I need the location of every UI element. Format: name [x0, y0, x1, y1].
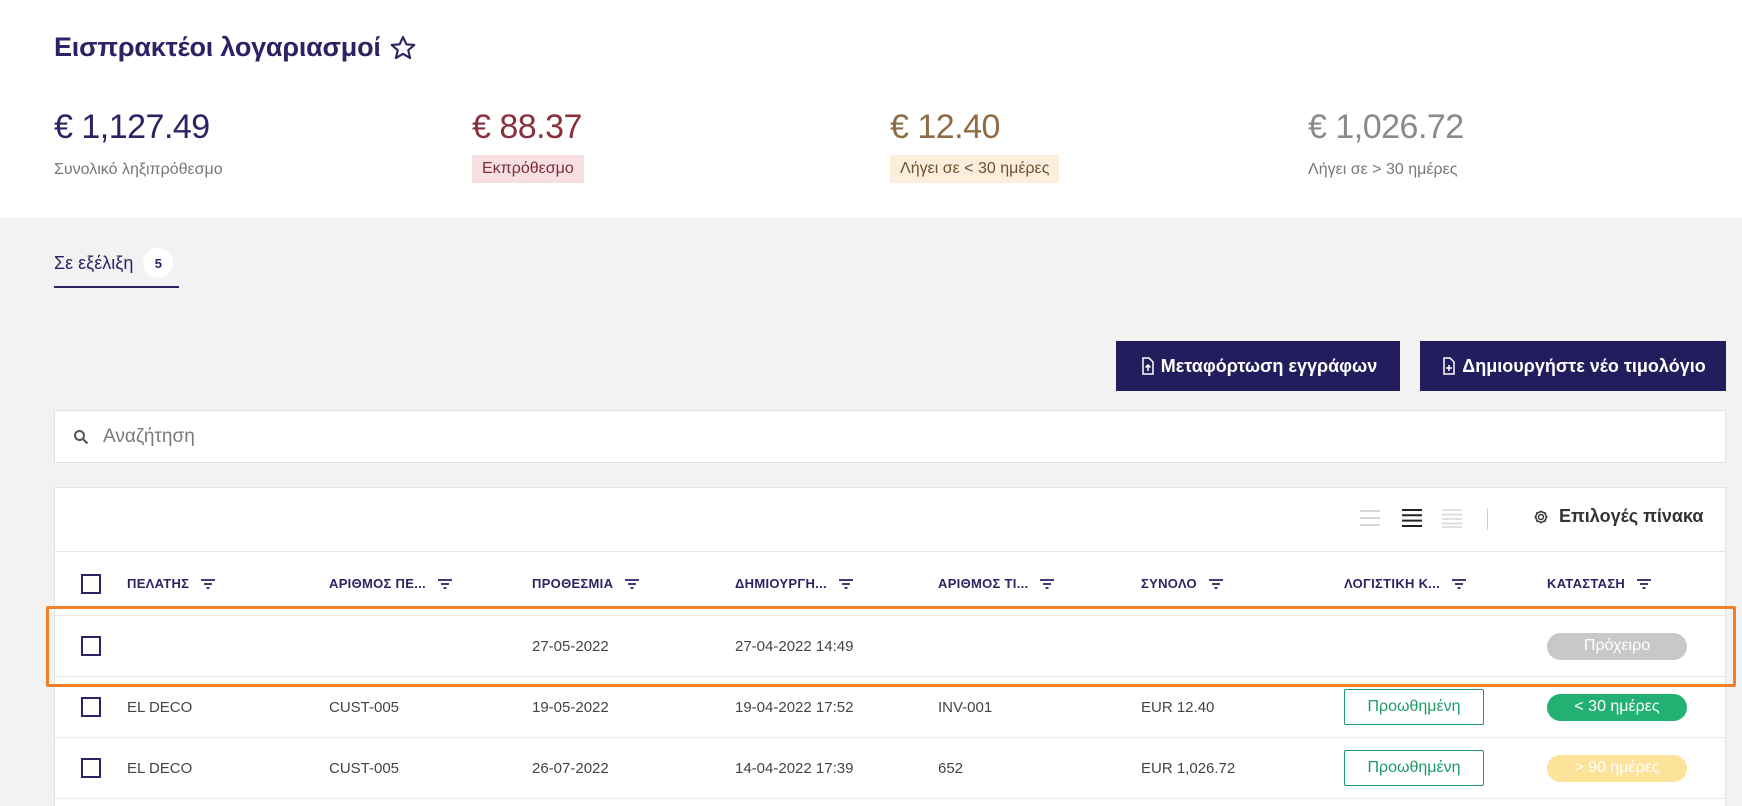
column-header-due-date[interactable]: ΠΡΟΘΕΣΜΙΑ	[532, 552, 640, 615]
star-outline-icon[interactable]	[389, 34, 417, 62]
upload-documents-button[interactable]: Μεταφόρτωση εγγράφων	[1116, 341, 1400, 391]
filter-icon[interactable]	[1452, 578, 1467, 589]
cell-customer-number: CUST-005	[329, 759, 400, 777]
column-header-customer[interactable]: ΠΕΛΑΤΗΣ	[127, 552, 216, 615]
kpi-amount: € 1,127.49	[54, 108, 210, 146]
table-row[interactable]: 27-05-2022 27-04-2022 14:49 Πρόχειρο	[55, 616, 1725, 677]
gear-icon	[1534, 510, 1548, 523]
kpi-label: Συνολικό ληξιπρόθεσμο	[54, 161, 223, 178]
column-header-accounting[interactable]: ΛΟΓΙΣΤΙΚΗ Κ...	[1344, 552, 1467, 615]
cell-total: EUR 12.40	[1141, 698, 1215, 716]
upload-file-icon	[1141, 357, 1154, 375]
toolbar-divider	[1487, 508, 1488, 530]
column-header-label: ΑΡΙΘΜΟΣ ΠΕ...	[329, 576, 426, 591]
column-header-label: ΑΡΙΘΜΟΣ ΤΙ...	[938, 576, 1029, 591]
kpi-due-under-30: € 12.40 Λήγει σε < 30 ημέρες	[890, 108, 1060, 183]
cell-due-date: 26-07-2022	[532, 759, 609, 777]
search-input[interactable]	[103, 425, 703, 448]
search-bar	[54, 410, 1726, 463]
column-header-label: ΔΗΜΙΟΥΡΓΗ...	[735, 576, 827, 591]
cell-customer-number: CUST-005	[329, 698, 400, 716]
cell-status: > 90 ημέρες	[1547, 738, 1687, 798]
page-title-text: Εισπρακτέοι λογαριασμοί	[54, 32, 381, 62]
cell-created: 27-04-2022 14:49	[735, 637, 854, 655]
row-checkbox[interactable]	[81, 636, 101, 656]
cell-accounting: Προωθημένη	[1344, 677, 1484, 737]
kpi-label: Λήγει σε > 30 ημέρες	[1308, 161, 1458, 178]
column-header-label: ΠΕΛΑΤΗΣ	[127, 576, 190, 591]
kpi-due-over-30: € 1,026.72 Λήγει σε > 30 ημέρες	[1308, 108, 1464, 179]
select-all-checkbox[interactable]	[81, 573, 101, 594]
cell-due-date: 27-05-2022	[532, 637, 609, 655]
cell-status: Πρόχειρο	[1547, 616, 1687, 676]
cell-invoice-number: 652	[938, 759, 964, 777]
status-badge: Πρόχειρο	[1547, 632, 1687, 660]
search-icon	[74, 429, 89, 444]
row-checkbox[interactable]	[81, 697, 101, 717]
summary-section: Εισπρακτέοι λογαριασμοί € 1,127.49 Συνολ…	[0, 0, 1742, 218]
kpi-amount: € 12.40	[890, 108, 1000, 146]
table-row[interactable]: EL DECO CUST-005 26-07-2022 14-04-2022 1…	[55, 738, 1725, 799]
column-header-created[interactable]: ΔΗΜΙΟΥΡΓΗ...	[735, 552, 853, 615]
column-header-status[interactable]: ΚΑΤΑΣΤΑΣΗ	[1547, 552, 1652, 615]
cell-due-date: 19-05-2022	[532, 698, 609, 716]
filter-icon[interactable]	[437, 578, 452, 589]
cell-created: 19-04-2022 17:52	[735, 698, 854, 716]
new-file-icon	[1443, 357, 1456, 375]
accounting-forwarded-button[interactable]: Προωθημένη	[1344, 750, 1484, 786]
cell-status: < 30 ημέρες	[1547, 677, 1687, 737]
filter-icon[interactable]	[201, 578, 216, 589]
table-options-label: Επιλογές πίνακα	[1559, 506, 1704, 526]
column-header-invoice-number[interactable]: ΑΡΙΘΜΟΣ ΤΙ...	[938, 552, 1055, 615]
cell-customer: EL DECO	[127, 698, 193, 716]
tab-in-progress[interactable]: Σε εξέλιξη 5	[54, 248, 179, 288]
tab-count-badge: 5	[143, 248, 174, 278]
density-comfortable-icon[interactable]	[1441, 508, 1463, 528]
column-header-label: ΚΑΤΑΣΤΑΣΗ	[1547, 576, 1626, 591]
cell-created: 14-04-2022 17:39	[735, 759, 854, 777]
kpi-total-outstanding: € 1,127.49 Συνολικό ληξιπρόθεσμο	[54, 108, 223, 179]
filter-icon[interactable]	[625, 578, 640, 589]
table-header-row: ΠΕΛΑΤΗΣ ΑΡΙΘΜΟΣ ΠΕ... ΠΡΟΘΕΣΜΙΑ ΔΗΜΙΟΥΡΓ…	[55, 552, 1725, 616]
kpi-amount: € 1,026.72	[1308, 108, 1464, 146]
filter-icon[interactable]	[1637, 578, 1652, 589]
accounting-forwarded-button[interactable]: Προωθημένη	[1344, 689, 1484, 725]
kpi-overdue: € 88.37 Εκπρόθεσμο	[472, 108, 584, 183]
filter-icon[interactable]	[1208, 578, 1223, 589]
column-header-label: ΠΡΟΘΕΣΜΙΑ	[532, 576, 614, 591]
kpi-amount: € 88.37	[472, 108, 582, 146]
column-header-total[interactable]: ΣΥΝΟΛΟ	[1141, 552, 1223, 615]
table-row[interactable]: EL DECO CUST-005 19-05-2022 19-04-2022 1…	[55, 677, 1725, 738]
upload-documents-label: Μεταφόρτωση εγγράφων	[1160, 355, 1378, 376]
cell-accounting: Προωθημένη	[1344, 738, 1484, 798]
column-header-customer-number[interactable]: ΑΡΙΘΜΟΣ ΠΕ...	[329, 552, 452, 615]
kpi-label-badge: Εκπρόθεσμο	[472, 155, 584, 183]
page-title: Εισπρακτέοι λογαριασμοί	[54, 32, 417, 63]
cell-total: EUR 1,026.72	[1141, 759, 1236, 777]
tab-label: Σε εξέλιξη	[54, 253, 134, 273]
create-invoice-label: Δημιουργήστε νέο τιμολόγιο	[1462, 355, 1706, 376]
column-header-label: ΣΥΝΟΛΟ	[1141, 576, 1197, 591]
row-checkbox[interactable]	[81, 758, 101, 778]
status-badge: > 90 ημέρες	[1547, 754, 1687, 782]
invoices-table-panel: Επιλογές πίνακα ΠΕΛΑΤΗΣ ΑΡΙΘΜΟΣ ΠΕ... ΠΡ…	[54, 487, 1726, 806]
filter-icon[interactable]	[1040, 578, 1055, 589]
create-invoice-button[interactable]: Δημιουργήστε νέο τιμολόγιο	[1420, 341, 1726, 391]
table-options-button[interactable]: Επιλογές πίνακα	[1533, 506, 1703, 527]
kpi-label-badge: Λήγει σε < 30 ημέρες	[890, 155, 1060, 183]
column-header-label: ΛΟΓΙΣΤΙΚΗ Κ...	[1344, 576, 1441, 591]
cell-invoice-number: INV-001	[938, 698, 993, 716]
cell-customer: EL DECO	[127, 759, 193, 777]
density-compact-icon[interactable]	[1359, 508, 1381, 528]
table-toolbar: Επιλογές πίνακα	[55, 488, 1725, 552]
density-standard-icon[interactable]	[1401, 508, 1423, 528]
filter-icon[interactable]	[838, 578, 853, 589]
status-badge: < 30 ημέρες	[1547, 693, 1687, 721]
